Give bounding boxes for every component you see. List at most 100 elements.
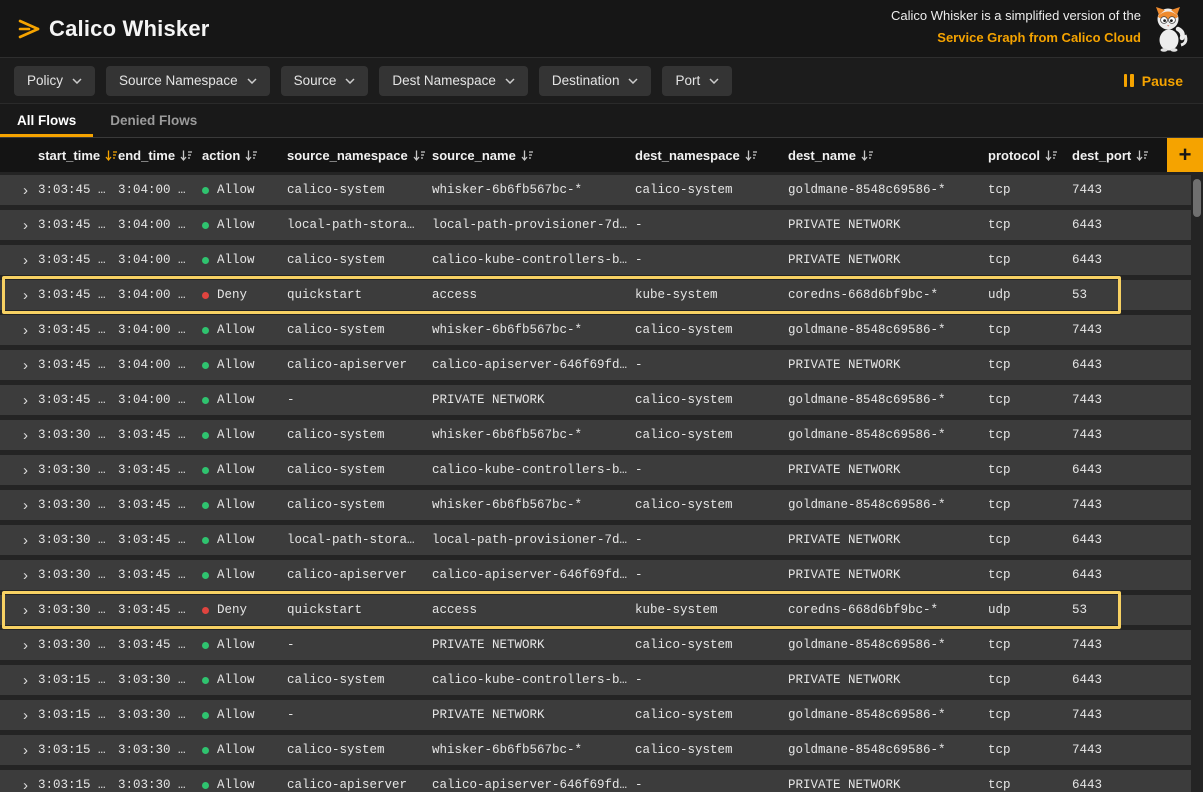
cell-dest_port: 6443 xyxy=(1072,673,1160,687)
cell-end_time: 3:04:00 … xyxy=(118,323,202,337)
flow-row[interactable]: ›3:03:30 …3:03:45 …Allowcalico-systemwhi… xyxy=(0,490,1191,520)
cell-source_namespace: calico-system xyxy=(287,428,432,442)
filter-dropdown-source[interactable]: Source xyxy=(281,66,369,96)
cell-protocol: tcp xyxy=(988,463,1072,477)
add-column-button[interactable]: + xyxy=(1167,138,1203,172)
action-label: Allow xyxy=(217,358,255,372)
filter-dropdown-port[interactable]: Port xyxy=(662,66,732,96)
action-label: Allow xyxy=(217,253,255,267)
expand-row-chevron[interactable]: › xyxy=(0,532,38,549)
cell-dest_name: goldmane-8548c69586-* xyxy=(788,743,988,757)
flow-row[interactable]: ›3:03:45 …3:04:00 …Allowcalico-systemcal… xyxy=(0,245,1191,275)
filter-bar: Policy Source Namespace Source Dest Namespa… xyxy=(0,58,1203,104)
flow-row[interactable]: ›3:03:45 …3:04:00 …Allowlocal-path-stora… xyxy=(0,210,1191,240)
cell-start_time: 3:03:45 … xyxy=(38,358,118,372)
service-graph-link[interactable]: Service Graph from Calico Cloud xyxy=(937,30,1141,45)
cell-start_time: 3:03:45 … xyxy=(38,288,118,302)
column-header-protocol[interactable]: protocol xyxy=(988,148,1072,163)
flow-row[interactable]: ›3:03:45 …3:04:00 …Allowcalico-systemwhi… xyxy=(0,175,1191,205)
tab-denied-flows[interactable]: Denied Flows xyxy=(93,104,214,137)
pause-button[interactable]: Pause xyxy=(1124,73,1189,89)
cell-dest_port: 6443 xyxy=(1072,253,1160,267)
cell-protocol: tcp xyxy=(988,568,1072,582)
action-label: Allow xyxy=(217,673,255,687)
action-label: Allow xyxy=(217,428,255,442)
filter-dropdown-source-namespace[interactable]: Source Namespace xyxy=(106,66,270,96)
cell-source_name: calico-apiserver-646f69fd… xyxy=(432,568,635,582)
tab-all-flows[interactable]: All Flows xyxy=(0,104,93,137)
column-header-dest_namespace[interactable]: dest_namespace xyxy=(635,148,788,163)
cell-action: Allow xyxy=(202,393,287,407)
cell-dest_port: 6443 xyxy=(1072,463,1160,477)
expand-row-chevron[interactable]: › xyxy=(0,357,38,374)
cell-dest_name: goldmane-8548c69586-* xyxy=(788,393,988,407)
flow-row[interactable]: ›3:03:45 …3:04:00 …Allowcalico-systemwhi… xyxy=(0,315,1191,345)
cell-end_time: 3:04:00 … xyxy=(118,253,202,267)
expand-row-chevron[interactable]: › xyxy=(0,602,38,619)
expand-row-chevron[interactable]: › xyxy=(0,322,38,339)
cell-start_time: 3:03:45 … xyxy=(38,393,118,407)
cell-dest_namespace: calico-system xyxy=(635,498,788,512)
flow-row[interactable]: ›3:03:30 …3:03:45 …Allowlocal-path-stora… xyxy=(0,525,1191,555)
expand-row-chevron[interactable]: › xyxy=(0,287,38,304)
column-header-source_namespace[interactable]: source_namespace xyxy=(287,148,432,163)
expand-row-chevron[interactable]: › xyxy=(0,707,38,724)
cell-dest_name: goldmane-8548c69586-* xyxy=(788,498,988,512)
column-header-end_time[interactable]: end_time xyxy=(118,148,202,163)
column-header-start_time[interactable]: start_time xyxy=(38,148,118,163)
filter-dropdown-policy[interactable]: Policy xyxy=(14,66,95,96)
expand-row-chevron[interactable]: › xyxy=(0,567,38,584)
action-label: Allow xyxy=(217,323,255,337)
column-header-source_name[interactable]: source_name xyxy=(432,148,635,163)
column-header-action[interactable]: action xyxy=(202,148,287,163)
cell-end_time: 3:03:45 … xyxy=(118,533,202,547)
flow-row[interactable]: ›3:03:15 …3:03:30 …Allow-PRIVATE NETWORK… xyxy=(0,700,1191,730)
filter-dropdown-destination[interactable]: Destination xyxy=(539,66,652,96)
flow-row[interactable]: ›3:03:45 …3:04:00 …Allowcalico-apiserver… xyxy=(0,350,1191,380)
expand-row-chevron[interactable]: › xyxy=(0,427,38,444)
cell-dest_port: 53 xyxy=(1072,603,1160,617)
action-label: Allow xyxy=(217,218,255,232)
chevron-down-icon xyxy=(247,78,257,84)
expand-row-chevron[interactable]: › xyxy=(0,637,38,654)
chevron-down-icon xyxy=(72,78,82,84)
column-header-label: source_namespace xyxy=(287,148,408,163)
flow-row[interactable]: ›3:03:30 …3:03:45 …Allow-PRIVATE NETWORK… xyxy=(0,630,1191,660)
flow-row[interactable]: ›3:03:30 …3:03:45 …Allowcalico-systemwhi… xyxy=(0,420,1191,450)
flow-row-denied-highlighted[interactable]: ›3:03:45 …3:04:00 …Denyquickstartaccessk… xyxy=(0,280,1191,310)
flow-row-denied-highlighted[interactable]: ›3:03:30 …3:03:45 …Denyquickstartaccessk… xyxy=(0,595,1191,625)
flow-row[interactable]: ›3:03:15 …3:03:30 …Allowcalico-systemcal… xyxy=(0,665,1191,695)
cell-dest_name: coredns-668d6bf9bc-* xyxy=(788,603,988,617)
expand-row-chevron[interactable]: › xyxy=(0,497,38,514)
allow-status-dot xyxy=(202,537,209,544)
cell-end_time: 3:03:45 … xyxy=(118,603,202,617)
expand-row-chevron[interactable]: › xyxy=(0,252,38,269)
flow-row[interactable]: ›3:03:45 …3:04:00 …Allow-PRIVATE NETWORK… xyxy=(0,385,1191,415)
column-header-dest_port[interactable]: dest_port xyxy=(1072,148,1160,163)
cell-start_time: 3:03:30 … xyxy=(38,638,118,652)
whisker-logo-icon xyxy=(16,16,42,42)
flow-row[interactable]: ›3:03:15 …3:03:30 …Allowcalico-systemwhi… xyxy=(0,735,1191,765)
cell-source_namespace: local-path-stora… xyxy=(287,533,432,547)
cell-protocol: tcp xyxy=(988,323,1072,337)
cell-dest_name: goldmane-8548c69586-* xyxy=(788,708,988,722)
cell-start_time: 3:03:15 … xyxy=(38,673,118,687)
cell-protocol: tcp xyxy=(988,778,1072,792)
expand-row-chevron[interactable]: › xyxy=(0,217,38,234)
expand-row-chevron[interactable]: › xyxy=(0,672,38,689)
cell-protocol: tcp xyxy=(988,498,1072,512)
expand-row-chevron[interactable]: › xyxy=(0,182,38,199)
cell-start_time: 3:03:15 … xyxy=(38,708,118,722)
cell-source_namespace: calico-apiserver xyxy=(287,358,432,372)
expand-row-chevron[interactable]: › xyxy=(0,742,38,759)
column-header-dest_name[interactable]: dest_name xyxy=(788,148,988,163)
flow-row[interactable]: ›3:03:30 …3:03:45 …Allowcalico-systemcal… xyxy=(0,455,1191,485)
expand-row-chevron[interactable]: › xyxy=(0,462,38,479)
expand-row-chevron[interactable]: › xyxy=(0,777,38,792)
filter-dropdown-dest-namespace[interactable]: Dest Namespace xyxy=(379,66,528,96)
vertical-scrollbar-thumb[interactable] xyxy=(1193,179,1201,217)
cell-source_name: whisker-6b6fb567bc-* xyxy=(432,323,635,337)
flow-row[interactable]: ›3:03:15 …3:03:30 …Allowcalico-apiserver… xyxy=(0,770,1191,792)
flow-row[interactable]: ›3:03:30 …3:03:45 …Allowcalico-apiserver… xyxy=(0,560,1191,590)
expand-row-chevron[interactable]: › xyxy=(0,392,38,409)
